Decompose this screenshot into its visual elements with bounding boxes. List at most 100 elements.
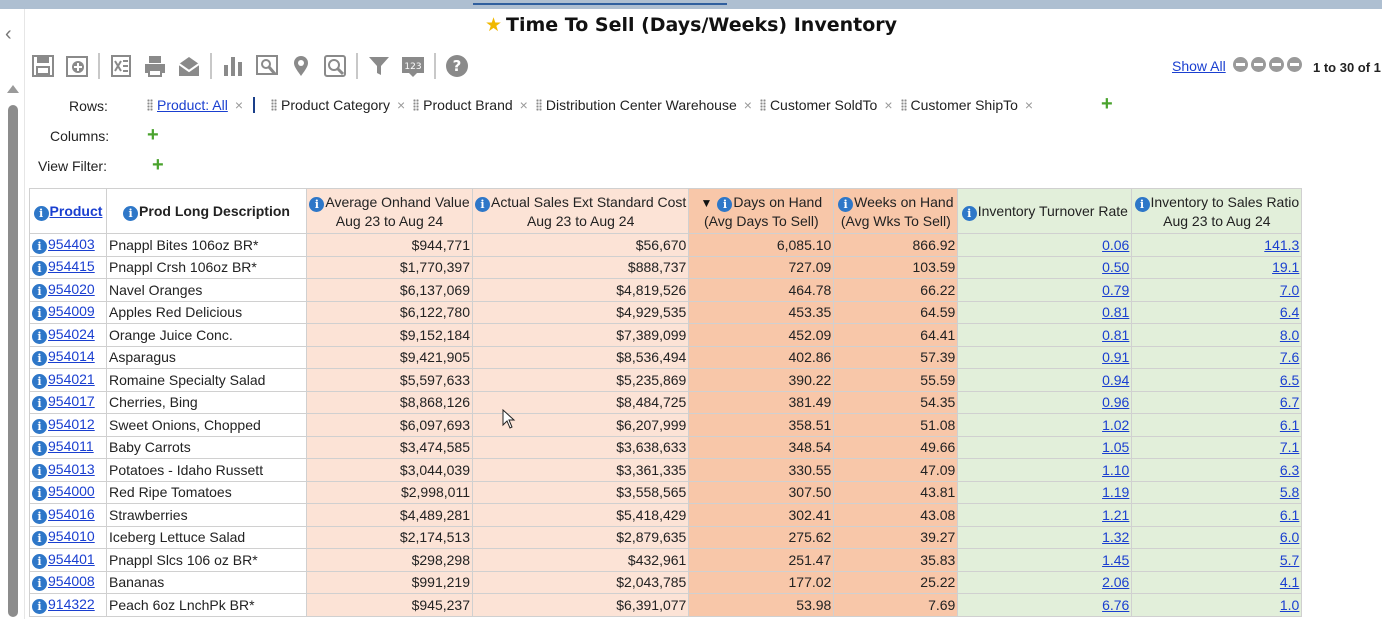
info-icon[interactable]: i [32,576,47,592]
scrollbar[interactable] [8,105,18,617]
info-icon[interactable]: i [32,531,47,547]
table-row[interactable]: i 954401 Pnappl Slcs 106 oz BR* $298,298 $43… [29,548,1303,572]
turnover-rate-value[interactable]: 1.02 [1102,417,1129,433]
sales-ratio-value[interactable]: 7.1 [1280,439,1299,455]
info-icon[interactable]: i [838,196,854,212]
last-page-icon[interactable] [1287,57,1302,72]
sales-ratio-value[interactable]: 5.7 [1280,552,1299,568]
product-id-value[interactable]: 954008 [48,573,95,589]
product-id-value[interactable]: 954017 [48,393,95,409]
star-icon[interactable]: ★ [485,14,502,36]
row-dimension-customer-soldto[interactable]: Customer SoldTo × [759,97,893,113]
sales-ratio-value[interactable]: 6.1 [1280,417,1299,433]
product-id-value[interactable]: 954011 [48,438,94,454]
row-dimension-customer-shipto[interactable]: Customer ShipTo × [900,97,1033,113]
product-id-cell[interactable]: i 954014 [29,345,107,369]
sales-ratio-cell[interactable]: 6.5 [1131,368,1303,392]
sales-ratio-cell[interactable]: 6.3 [1131,458,1303,482]
info-icon[interactable]: i [123,205,139,221]
remove-icon[interactable]: × [397,97,405,113]
excel-icon[interactable] [108,53,134,79]
table-row[interactable]: i 954020 Navel Oranges $6,137,069 $4,819,526… [29,278,1303,302]
product-id-cell[interactable]: i 954012 [29,413,107,437]
turnover-rate-value[interactable]: 1.32 [1102,529,1129,545]
zoom-icon[interactable] [254,53,280,79]
product-id-value[interactable]: 954401 [48,551,95,567]
drag-handle-icon[interactable] [271,99,278,111]
sales-ratio-cell[interactable]: 19.1 [1131,255,1303,279]
turnover-rate-value[interactable]: 2.06 [1102,574,1129,590]
add-row-icon[interactable]: + [1101,94,1113,114]
sales-ratio-value[interactable]: 7.6 [1280,349,1299,365]
table-row[interactable]: i 954008 Bananas $991,219 $2,043,785 177.02 25… [29,570,1303,594]
product-id-value[interactable]: 954021 [48,371,95,387]
turnover-rate-value[interactable]: 6.76 [1102,597,1129,613]
product-id-value[interactable]: 954403 [48,236,95,252]
info-icon[interactable]: i [32,396,47,412]
turnover-rate-cell[interactable]: 0.81 [957,300,1133,324]
turnover-rate-cell[interactable]: 0.50 [957,255,1133,279]
product-id-value[interactable]: 954009 [48,303,95,319]
sales-ratio-cell[interactable]: 4.1 [1131,570,1303,594]
turnover-rate-cell[interactable]: 0.81 [957,323,1133,347]
column-header-inventory-to-sales[interactable]: i Inventory to Sales Ratio Aug 23 to Aug 2… [1131,188,1303,234]
turnover-rate-value[interactable]: 0.96 [1102,394,1129,410]
column-header-description[interactable]: i Prod Long Description [106,188,307,234]
product-id-value[interactable]: 954010 [48,528,95,544]
filter-icon[interactable] [366,53,392,79]
table-row[interactable]: i 954010 Iceberg Lettuce Salad $2,174,513 $2… [29,525,1303,549]
info-icon[interactable]: i [32,508,47,524]
next-page-icon[interactable] [1269,57,1284,72]
turnover-rate-cell[interactable]: 2.06 [957,570,1133,594]
drag-handle-icon[interactable] [413,99,420,111]
sales-ratio-cell[interactable]: 8.0 [1131,323,1303,347]
product-id-cell[interactable]: i 954021 [29,368,107,392]
drag-handle-icon[interactable] [900,99,907,111]
remove-icon[interactable]: × [235,97,243,113]
turnover-rate-cell[interactable]: 0.91 [957,345,1133,369]
turnover-rate-cell[interactable]: 6.76 [957,593,1133,617]
info-icon[interactable]: i [32,373,47,389]
turnover-rate-cell[interactable]: 1.45 [957,548,1133,572]
product-id-cell[interactable]: i 914322 [29,593,107,617]
info-icon[interactable]: i [1134,196,1150,212]
sales-ratio-value[interactable]: 6.7 [1280,394,1299,410]
product-id-value[interactable]: 954000 [48,483,95,499]
remove-icon[interactable]: × [744,97,752,113]
table-row[interactable]: i 954024 Orange Juice Conc. $9,152,184 $7,38… [29,323,1303,347]
email-icon[interactable] [176,53,202,79]
scroll-up-arrow[interactable] [7,85,19,93]
sales-ratio-cell[interactable]: 7.0 [1131,278,1303,302]
product-id-value[interactable]: 954024 [48,326,95,342]
turnover-rate-value[interactable]: 0.91 [1102,349,1129,365]
product-id-cell[interactable]: i 954008 [29,570,107,594]
info-icon[interactable]: i [32,238,47,254]
sales-ratio-value[interactable]: 6.5 [1280,372,1299,388]
table-row[interactable]: i 954009 Apples Red Delicious $6,122,780 $4,… [29,300,1303,324]
sales-ratio-value[interactable]: 1.0 [1280,597,1299,613]
sales-ratio-value[interactable]: 19.1 [1272,259,1299,275]
row-dimension-product-brand[interactable]: Product Brand × [413,97,528,113]
sales-ratio-value[interactable]: 7.0 [1280,282,1299,298]
info-icon[interactable]: i [475,196,490,212]
sales-ratio-cell[interactable]: 6.1 [1131,503,1303,527]
info-icon[interactable]: i [717,196,733,212]
product-id-value[interactable]: 954014 [48,348,95,364]
sort-descending-icon[interactable]: ▼ [701,196,713,210]
turnover-rate-value[interactable]: 0.06 [1102,237,1129,253]
sales-ratio-value[interactable]: 4.1 [1280,574,1299,590]
turnover-rate-cell[interactable]: 1.32 [957,525,1133,549]
turnover-rate-cell[interactable]: 1.02 [957,413,1133,437]
product-id-cell[interactable]: i 954000 [29,480,107,504]
table-row[interactable]: i 954017 Cherries, Bing $8,868,126 $8,484,72… [29,390,1303,414]
remove-icon[interactable]: × [884,97,892,113]
turnover-rate-value[interactable]: 0.50 [1102,259,1129,275]
turnover-rate-value[interactable]: 1.10 [1102,462,1129,478]
table-row[interactable]: i 954016 Strawberries $4,489,281 $5,418,429 3… [29,503,1303,527]
turnover-rate-cell[interactable]: 1.21 [957,503,1133,527]
sales-ratio-value[interactable]: 6.4 [1280,304,1299,320]
product-id-value[interactable]: 914322 [48,596,95,612]
turnover-rate-value[interactable]: 0.81 [1102,327,1129,343]
product-id-cell[interactable]: i 954017 [29,390,107,414]
drag-handle-icon[interactable] [535,99,542,111]
